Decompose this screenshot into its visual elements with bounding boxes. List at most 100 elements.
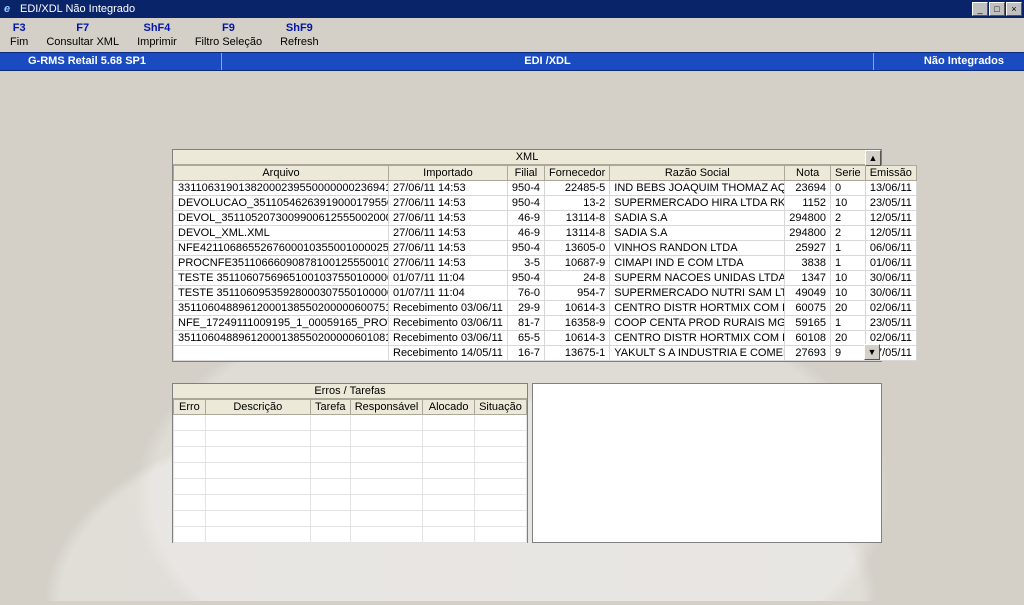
col-alocado[interactable]: Alocado xyxy=(423,399,475,414)
col-fornecedor[interactable]: Fornecedor xyxy=(545,165,610,180)
table-row[interactable]: NFE4211068655267600010355001000025927100… xyxy=(174,240,917,255)
table-row[interactable] xyxy=(174,526,527,542)
cell-razao: VINHOS RANDON LTDA xyxy=(610,240,785,255)
cell-nota: 27693 xyxy=(785,345,831,360)
cell-razao: CIMAPI IND E COM LTDA xyxy=(610,255,785,270)
col-arquivo[interactable]: Arquivo xyxy=(174,165,389,180)
workspace: XML ▲ Arquivo Importado Filial Fornecedo… xyxy=(0,71,1024,601)
cell-emissao: 01/06/11 xyxy=(865,255,916,270)
col-nota[interactable]: Nota xyxy=(785,165,831,180)
col-emissao[interactable]: Emissão xyxy=(865,165,916,180)
table-row[interactable]: 3511060488961200013855020000060075181700… xyxy=(174,300,917,315)
cell-serie: 1 xyxy=(831,255,866,270)
table-row[interactable]: 3511060488961200013855020000060108146000… xyxy=(174,330,917,345)
minimize-button[interactable]: _ xyxy=(972,2,988,16)
cell-nota: 294800 xyxy=(785,225,831,240)
cell-importado: Recebimento 14/05/11 xyxy=(389,345,508,360)
cell-razao: CENTRO DISTR HORTMIX COM LTDA xyxy=(610,300,785,315)
cell-serie: 2 xyxy=(831,210,866,225)
close-button[interactable]: × xyxy=(1006,2,1022,16)
menu-refresh[interactable]: ShF9 Refresh xyxy=(280,22,319,50)
cell-nota: 25927 xyxy=(785,240,831,255)
xml-grid[interactable]: Arquivo Importado Filial Fornecedor Razã… xyxy=(173,165,917,361)
cell-serie: 1 xyxy=(831,240,866,255)
col-descricao[interactable]: Descrição xyxy=(205,399,310,414)
scroll-down-button[interactable]: ▼ xyxy=(864,344,880,360)
table-row[interactable]: Recebimento 14/05/1116-713675-1YAKULT S … xyxy=(174,345,917,360)
col-responsavel[interactable]: Responsável xyxy=(350,399,423,414)
table-row[interactable]: PROCNFE351106660908781001255500100003838… xyxy=(174,255,917,270)
cell-importado: 01/07/11 11:04 xyxy=(389,285,508,300)
cell-filial: 16-7 xyxy=(507,345,544,360)
cell-filial: 950-4 xyxy=(507,270,544,285)
col-situacao[interactable]: Situação xyxy=(475,399,527,414)
cell-filial: 950-4 xyxy=(507,195,544,210)
cell-razao: SADIA S.A xyxy=(610,210,785,225)
cell-serie: 10 xyxy=(831,285,866,300)
cell-razao: SADIA S.A xyxy=(610,225,785,240)
window-title: EDI/XDL Não Integrado xyxy=(20,3,135,15)
table-row[interactable] xyxy=(174,510,527,526)
cell-arquivo: DEVOL_XML.XML xyxy=(174,225,389,240)
menu-filtro-selecao[interactable]: F9 Filtro Seleção xyxy=(195,22,262,50)
menu-fim[interactable]: F3 Fim xyxy=(10,22,28,50)
cell-nota: 294800 xyxy=(785,210,831,225)
scroll-up-button[interactable]: ▲ xyxy=(865,150,881,166)
table-row[interactable]: NFE_17249111009195_1_00059165_PROT.XMLRe… xyxy=(174,315,917,330)
table-row[interactable] xyxy=(174,462,527,478)
errors-grid-header: Erro Descrição Tarefa Responsável Alocad… xyxy=(174,399,527,414)
table-row[interactable]: DEVOL_XML.XML27/06/11 14:5346-913114-8SA… xyxy=(174,225,917,240)
cell-fornecedor: 10614-3 xyxy=(545,330,610,345)
cell-arquivo: 3511060488961200013855020000060108146000… xyxy=(174,330,389,345)
cell-fornecedor: 13675-1 xyxy=(545,345,610,360)
cell-serie: 20 xyxy=(831,330,866,345)
cell-fornecedor: 24-8 xyxy=(545,270,610,285)
cell-emissao: 12/05/11 xyxy=(865,210,916,225)
cell-razao: YAKULT S A INDUSTRIA E COMERCI xyxy=(610,345,785,360)
table-row[interactable] xyxy=(174,478,527,494)
table-row[interactable]: DEVOL_3511052073009900612555002000294800… xyxy=(174,210,917,225)
menu-consultar-xml[interactable]: F7 Consultar XML xyxy=(46,22,119,50)
col-tarefa[interactable]: Tarefa xyxy=(310,399,350,414)
col-razao[interactable]: Razão Social xyxy=(610,165,785,180)
cell-importado: 27/06/11 14:53 xyxy=(389,255,508,270)
shortcut-bar: F3 Fim F7 Consultar XML ShF4 Imprimir F9… xyxy=(0,18,1024,52)
cell-serie: 10 xyxy=(831,270,866,285)
cell-filial: 46-9 xyxy=(507,225,544,240)
cell-serie: 0 xyxy=(831,180,866,195)
cell-razao: SUPERMERCADO NUTRI SAM LTDA xyxy=(610,285,785,300)
table-row[interactable]: 3311063190138200023955000000023694100224… xyxy=(174,180,917,195)
cell-nota: 60108 xyxy=(785,330,831,345)
maximize-button[interactable]: □ xyxy=(989,2,1005,16)
cell-filial: 29-9 xyxy=(507,300,544,315)
menu-imprimir[interactable]: ShF4 Imprimir xyxy=(137,22,177,50)
errors-grid[interactable]: Erro Descrição Tarefa Responsável Alocad… xyxy=(173,399,527,543)
table-row[interactable] xyxy=(174,494,527,510)
table-row[interactable]: TESTE 3511060756965100103755010000001358… xyxy=(174,270,917,285)
cell-importado: 01/07/11 11:04 xyxy=(389,270,508,285)
cell-emissao: 12/05/11 xyxy=(865,225,916,240)
info-state: Não Integrados xyxy=(874,53,1024,70)
cell-emissao: 06/06/11 xyxy=(865,240,916,255)
cell-emissao: 30/06/11 xyxy=(865,270,916,285)
col-erro[interactable]: Erro xyxy=(174,399,206,414)
cell-serie: 1 xyxy=(831,315,866,330)
cell-razao: COOP CENTA PROD RURAIS MG LTDA xyxy=(610,315,785,330)
cell-arquivo: DEVOLUCAO_351105462639190001795501000000… xyxy=(174,195,389,210)
cell-arquivo: DEVOL_3511052073009900612555002000294800… xyxy=(174,210,389,225)
cell-emissao: 30/06/11 xyxy=(865,285,916,300)
table-row[interactable]: DEVOLUCAO_351105462639190001795501000000… xyxy=(174,195,917,210)
table-row[interactable] xyxy=(174,446,527,462)
cell-importado: 27/06/11 14:53 xyxy=(389,240,508,255)
table-row[interactable] xyxy=(174,414,527,430)
table-row[interactable] xyxy=(174,430,527,446)
col-filial[interactable]: Filial xyxy=(507,165,544,180)
table-row[interactable]: TESTE 3511060953592800030755010000005062… xyxy=(174,285,917,300)
col-serie[interactable]: Serie xyxy=(831,165,866,180)
col-importado[interactable]: Importado xyxy=(389,165,508,180)
detail-panel xyxy=(532,383,882,543)
cell-filial: 950-4 xyxy=(507,240,544,255)
cell-serie: 2 xyxy=(831,225,866,240)
cell-serie: 9 xyxy=(831,345,866,360)
cell-filial: 950-4 xyxy=(507,180,544,195)
